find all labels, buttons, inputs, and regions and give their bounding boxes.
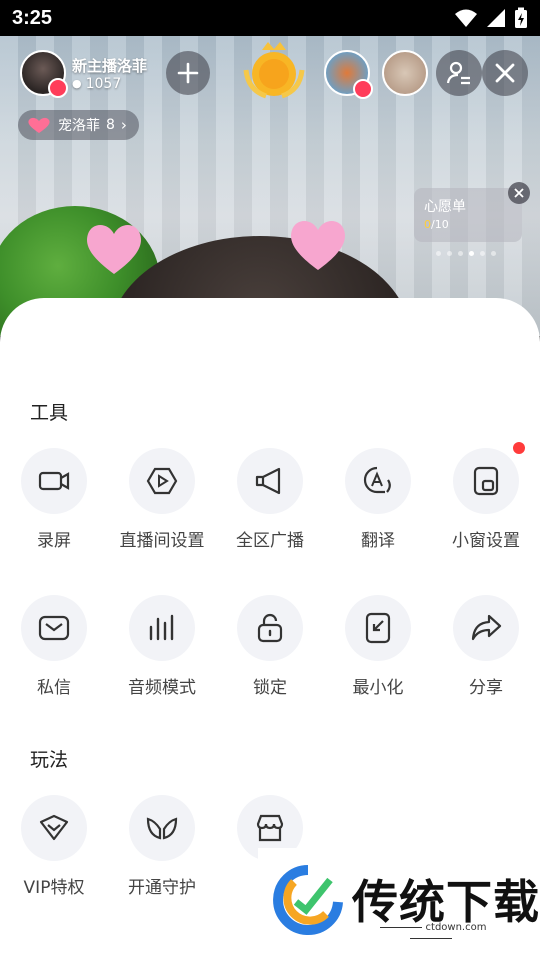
- minimize-icon: [365, 612, 391, 644]
- viewer-person-icon: ●: [72, 77, 82, 90]
- notification-dot: [513, 442, 525, 454]
- tool-share[interactable]: 分享: [432, 595, 540, 698]
- vip-diamond-icon: [39, 814, 69, 841]
- close-icon: [514, 188, 524, 198]
- heart-headband-left-icon: [87, 225, 141, 274]
- small-window-icon: [473, 466, 499, 496]
- tool-label: 录屏: [37, 531, 71, 551]
- battery-charging-icon: [515, 7, 527, 28]
- wings-icon: [146, 817, 178, 840]
- share-icon: [471, 614, 502, 641]
- tool-label: 翻译: [361, 531, 395, 551]
- fan-club-level: 8: [106, 117, 115, 133]
- watermark-logo-icon: [273, 865, 343, 935]
- section-title-tools: 工具: [30, 402, 69, 424]
- fan-club-pill[interactable]: 宠洛菲 8 ›: [18, 110, 139, 140]
- signal-icon: [487, 9, 505, 27]
- lock-icon: [257, 613, 283, 643]
- carousel-indicator: [436, 251, 496, 256]
- tool-lock[interactable]: 锁定: [216, 595, 324, 698]
- crown-rank-icon[interactable]: [242, 40, 306, 100]
- wish-close-button[interactable]: [508, 182, 530, 204]
- wifi-icon: [455, 9, 477, 27]
- viewer-badge-icon: [353, 79, 373, 99]
- wish-list-done: 0: [424, 218, 431, 231]
- tool-label: VIP特权: [23, 878, 85, 898]
- host-name: 新主播洛菲: [72, 56, 148, 75]
- megaphone-icon: [255, 467, 281, 495]
- translate-icon: [363, 466, 391, 494]
- shop-icon: [256, 814, 284, 842]
- wish-list-title: 心愿单: [424, 199, 466, 215]
- tool-label: 全区广播: [236, 531, 304, 551]
- wish-list-total: /10: [431, 218, 449, 231]
- top-viewer-avatar-2[interactable]: [382, 50, 428, 96]
- audio-bars-icon: [149, 614, 174, 641]
- plus-icon: [177, 62, 199, 84]
- close-live-button[interactable]: [482, 50, 528, 96]
- status-time: 3:25: [12, 6, 53, 29]
- user-list-icon: [446, 61, 470, 85]
- tool-label: 最小化: [352, 678, 404, 698]
- tool-label: 锁定: [253, 678, 287, 698]
- fan-heart-icon: [28, 117, 50, 133]
- tool-audio-mode[interactable]: 音频模式: [108, 595, 216, 698]
- mail-icon: [38, 615, 70, 641]
- tool-label: 分享: [469, 678, 503, 698]
- fan-club-name: 宠洛菲: [58, 118, 100, 134]
- host-info[interactable]: 新主播洛菲 ● 1057: [20, 50, 148, 98]
- section-title-play: 玩法: [30, 749, 69, 771]
- host-badge-icon: [48, 78, 68, 98]
- close-icon: [495, 63, 515, 83]
- wish-list-card[interactable]: 心愿单 0/10: [414, 188, 522, 242]
- tool-label: 私信: [37, 678, 71, 698]
- tool-label: 开通守护: [128, 878, 196, 898]
- tool-label: 直播间设置: [119, 531, 205, 551]
- tool-label: 小窗设置: [452, 531, 520, 551]
- play-guard[interactable]: 开通守护: [108, 795, 216, 898]
- status-bar: 3:25: [0, 0, 540, 36]
- host-avatar[interactable]: [20, 50, 68, 98]
- user-list-button[interactable]: [436, 50, 482, 96]
- tool-broadcast[interactable]: 全区广播: [216, 448, 324, 551]
- play-vip[interactable]: VIP特权: [0, 795, 108, 898]
- live-settings-icon: [146, 467, 178, 495]
- chevron-right-icon: ›: [120, 116, 127, 134]
- top-viewer-avatar-1[interactable]: [324, 50, 373, 99]
- tool-translate[interactable]: 翻译: [324, 448, 432, 551]
- follow-button[interactable]: [166, 51, 210, 95]
- video-camera-icon: [38, 471, 70, 491]
- tool-record-screen[interactable]: 录屏: [0, 448, 108, 551]
- tool-label: 音频模式: [128, 678, 196, 698]
- watermark-url: ctdown.com: [352, 922, 510, 944]
- heart-headband-right-icon: [291, 221, 345, 270]
- host-viewer-count: 1057: [85, 75, 122, 92]
- tool-message[interactable]: 私信: [0, 595, 108, 698]
- tool-small-window[interactable]: 小窗设置: [432, 442, 540, 551]
- tool-live-settings[interactable]: 直播间设置: [108, 448, 216, 551]
- tool-minimize[interactable]: 最小化: [324, 595, 432, 698]
